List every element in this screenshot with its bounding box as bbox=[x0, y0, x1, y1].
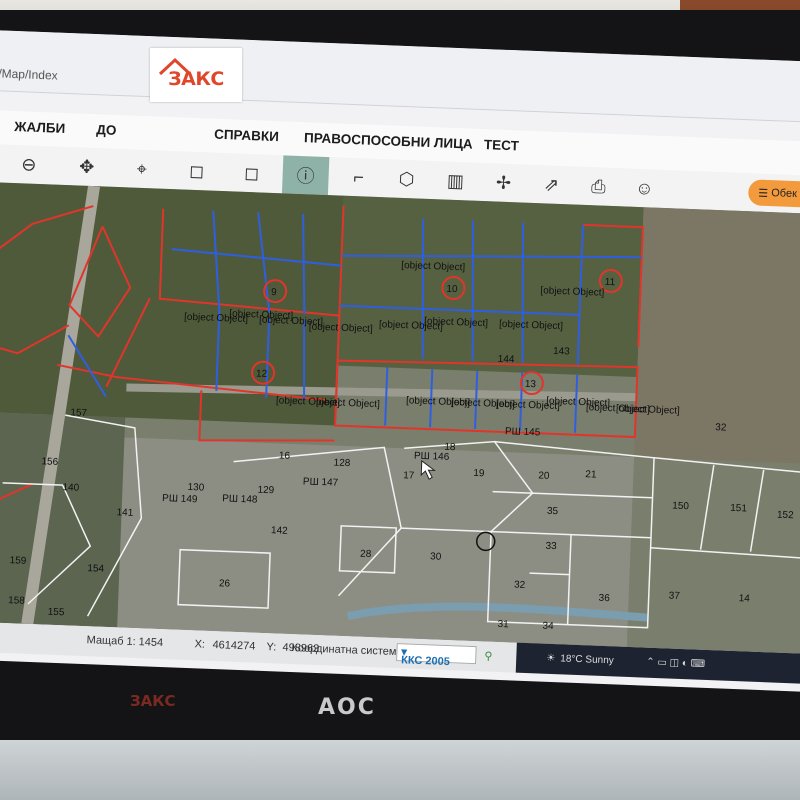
search-icon[interactable]: ⚲ bbox=[484, 649, 493, 662]
plot-number: 151 bbox=[730, 503, 748, 515]
plot-number: 150 bbox=[672, 501, 690, 513]
select-rect-icon[interactable]: ◻ bbox=[182, 157, 211, 186]
street-label: РШ 149 bbox=[162, 493, 198, 505]
export-icon[interactable]: ⇗ bbox=[537, 170, 566, 199]
crosshair-icon[interactable]: ✢ bbox=[489, 168, 518, 197]
plot-number: 14 bbox=[739, 593, 751, 604]
circled-label: 11 bbox=[605, 277, 616, 288]
scale-label: Мащаб 1: bbox=[86, 634, 136, 649]
circled-label: 9 bbox=[271, 287, 277, 298]
y-label: Y: bbox=[266, 641, 277, 654]
photo-scene: /Map/Index ЖАЛБИ ДО СПРАВКИ ПРАВОСПОСОБН… bbox=[0, 0, 800, 800]
street-label: РШ 145 bbox=[505, 426, 541, 438]
polygon-icon[interactable]: ⬡ bbox=[392, 165, 421, 194]
plot-number: 36 bbox=[598, 593, 610, 604]
plot-number: 33 bbox=[545, 541, 557, 552]
street-label: РШ 147 bbox=[303, 476, 339, 488]
scale-value: 1454 bbox=[138, 636, 164, 650]
plot-number: 34 bbox=[542, 621, 554, 632]
plot-number: 143 bbox=[553, 346, 571, 358]
url-text: /Map/Index bbox=[0, 66, 58, 83]
user-icon[interactable]: ☺ bbox=[630, 174, 659, 203]
monitor-brand: AOC bbox=[318, 695, 376, 720]
layers-button[interactable]: ☰ Обек bbox=[747, 179, 800, 209]
watermark-text: ЗАКС bbox=[130, 692, 176, 710]
plot-number: 144 bbox=[498, 354, 516, 366]
plot-number: 142 bbox=[271, 525, 289, 537]
plot-number: 35 bbox=[547, 506, 559, 517]
monitor-screen: /Map/Index ЖАЛБИ ДО СПРАВКИ ПРАВОСПОСОБН… bbox=[0, 30, 800, 693]
circled-label: 10 bbox=[446, 284, 458, 295]
map-icon[interactable]: ▥ bbox=[441, 166, 470, 195]
layers-button-label: Обек bbox=[771, 187, 798, 201]
plot-number: 28 bbox=[360, 549, 372, 560]
move-icon[interactable]: ✥ bbox=[72, 152, 101, 181]
menu-item-test[interactable]: ТЕСТ bbox=[484, 137, 519, 153]
map-canvas[interactable]: 9 10 11 12 13 [object Object] [object Ob… bbox=[0, 181, 800, 655]
plot-number: 32 bbox=[715, 422, 727, 433]
location-pin-icon[interactable]: ⌖ bbox=[127, 154, 156, 183]
circled-label: 12 bbox=[256, 368, 268, 379]
house-roof-icon bbox=[158, 57, 192, 76]
plot-number: 20 bbox=[538, 470, 550, 481]
weather-text: 18°C Sunny bbox=[560, 653, 614, 667]
plot-number: 140 bbox=[62, 482, 80, 494]
desk-surface bbox=[0, 740, 800, 800]
zoom-out-icon[interactable]: ⊖ bbox=[14, 150, 43, 179]
menu-item-complaints[interactable]: ЖАЛБИ bbox=[14, 119, 66, 136]
tree-area bbox=[337, 195, 644, 378]
street-label: РШ 148 bbox=[222, 493, 258, 505]
plot-number: 154 bbox=[87, 563, 105, 575]
plot-number: 17 bbox=[403, 470, 415, 481]
plot-number: 158 bbox=[8, 595, 26, 607]
plot-number: 141 bbox=[116, 507, 134, 519]
plot-number: 129 bbox=[257, 485, 275, 497]
line-icon[interactable]: ⌐ bbox=[344, 163, 373, 192]
menu-lines-icon: ☰ bbox=[758, 187, 772, 200]
weather-icon: ☀ bbox=[546, 652, 556, 665]
print-icon[interactable]: ⎙ bbox=[584, 172, 613, 201]
cadastral-map[interactable]: 9 10 11 12 13 [object Object] [object Ob… bbox=[0, 181, 800, 655]
plot-number: 157 bbox=[70, 407, 88, 419]
plot-number: 128 bbox=[333, 458, 351, 470]
coord-system-value: ККС 2005 bbox=[400, 654, 451, 669]
coord-system-label: Координатна система: bbox=[291, 642, 406, 659]
plot-number: 156 bbox=[41, 456, 59, 468]
x-value: 4614274 bbox=[212, 639, 256, 653]
plot-number: 32 bbox=[514, 580, 526, 591]
plot-number: 37 bbox=[669, 590, 681, 601]
plot-number: 16 bbox=[279, 450, 291, 461]
info-icon[interactable]: ⓘ bbox=[281, 155, 330, 196]
plot-number: 31 bbox=[497, 619, 509, 630]
tray-icons[interactable]: ⌃ ▭ ◫ ◐ ⌨ bbox=[646, 657, 705, 670]
x-label: X: bbox=[194, 638, 206, 651]
plot-number: 30 bbox=[430, 551, 442, 562]
menu-item-licensed-persons[interactable]: ПРАВОСПОСОБНИ ЛИЦА bbox=[304, 130, 473, 151]
coord-system-select[interactable]: ККС 2005 ▾ bbox=[396, 643, 477, 668]
plot-number: 19 bbox=[473, 468, 485, 479]
plot-number: 21 bbox=[585, 469, 597, 480]
select-rect-2-icon[interactable]: ◻ bbox=[237, 159, 266, 188]
plot-number: 155 bbox=[47, 607, 65, 619]
menu-item-references[interactable]: СПРАВКИ bbox=[214, 127, 279, 144]
plot-number: 26 bbox=[219, 578, 231, 589]
circled-label: 13 bbox=[525, 379, 537, 390]
plot-number: 159 bbox=[9, 555, 27, 567]
menu-item-docs[interactable]: ДО bbox=[96, 122, 117, 138]
zaks-logo: ЗАКС bbox=[150, 48, 242, 102]
plot-number: 130 bbox=[187, 482, 205, 494]
plot-number: 152 bbox=[777, 510, 795, 522]
street-label: РШ 146 bbox=[414, 451, 450, 463]
